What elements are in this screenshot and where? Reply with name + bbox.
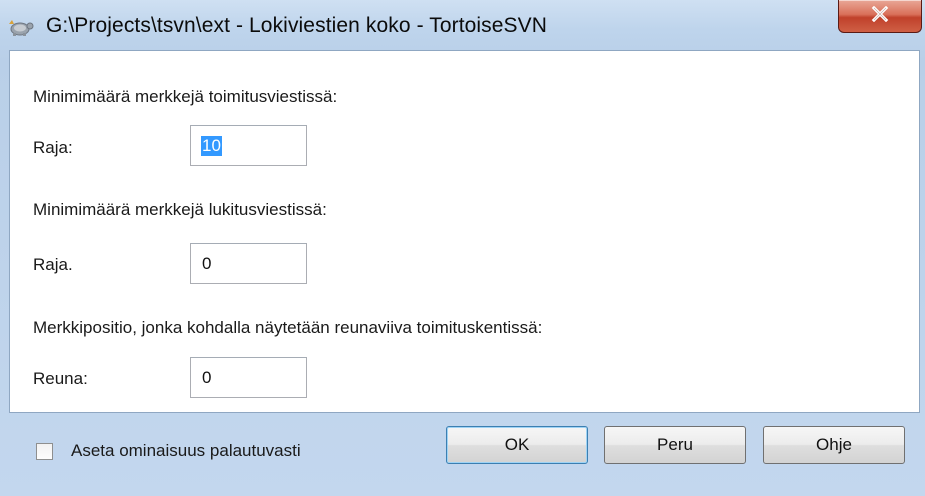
tortoise-icon bbox=[8, 16, 34, 38]
lock-limit-label: Raja. bbox=[33, 255, 73, 274]
border-position-value: 0 bbox=[202, 368, 212, 387]
border-position-input[interactable]: 0 bbox=[190, 357, 307, 398]
help-button[interactable]: Ohje bbox=[763, 426, 905, 464]
commit-limit-input[interactable]: 10 bbox=[190, 125, 307, 166]
commit-limit-value: 10 bbox=[201, 136, 222, 156]
commit-limit-label: Raja: bbox=[33, 138, 73, 157]
window-title: G:\Projects\tsvn\ext - Lokiviestien koko… bbox=[46, 14, 548, 37]
border-label: Reuna: bbox=[33, 369, 88, 388]
border-position-heading: Merkkipositio, jonka kohdalla näytetään … bbox=[33, 318, 543, 337]
title-bar[interactable]: G:\Projects\tsvn\ext - Lokiviestien koko… bbox=[0, 0, 925, 50]
close-icon bbox=[871, 5, 889, 27]
lock-limit-value: 0 bbox=[202, 254, 212, 273]
recursive-checkbox-label[interactable]: Aseta ominaisuus palautuvasti bbox=[71, 441, 301, 461]
ok-button[interactable]: OK bbox=[446, 426, 588, 464]
cancel-button[interactable]: Peru bbox=[604, 426, 746, 464]
lock-message-min-heading: Minimimäärä merkkejä lukitusviestissä: bbox=[33, 200, 327, 219]
dialog-window: G:\Projects\tsvn\ext - Lokiviestien koko… bbox=[0, 0, 925, 496]
lock-limit-input[interactable]: 0 bbox=[190, 243, 307, 284]
close-button[interactable] bbox=[838, 0, 922, 33]
recursive-checkbox[interactable] bbox=[36, 443, 53, 460]
commit-message-min-heading: Minimimäärä merkkejä toimitusviestissä: bbox=[33, 87, 338, 106]
